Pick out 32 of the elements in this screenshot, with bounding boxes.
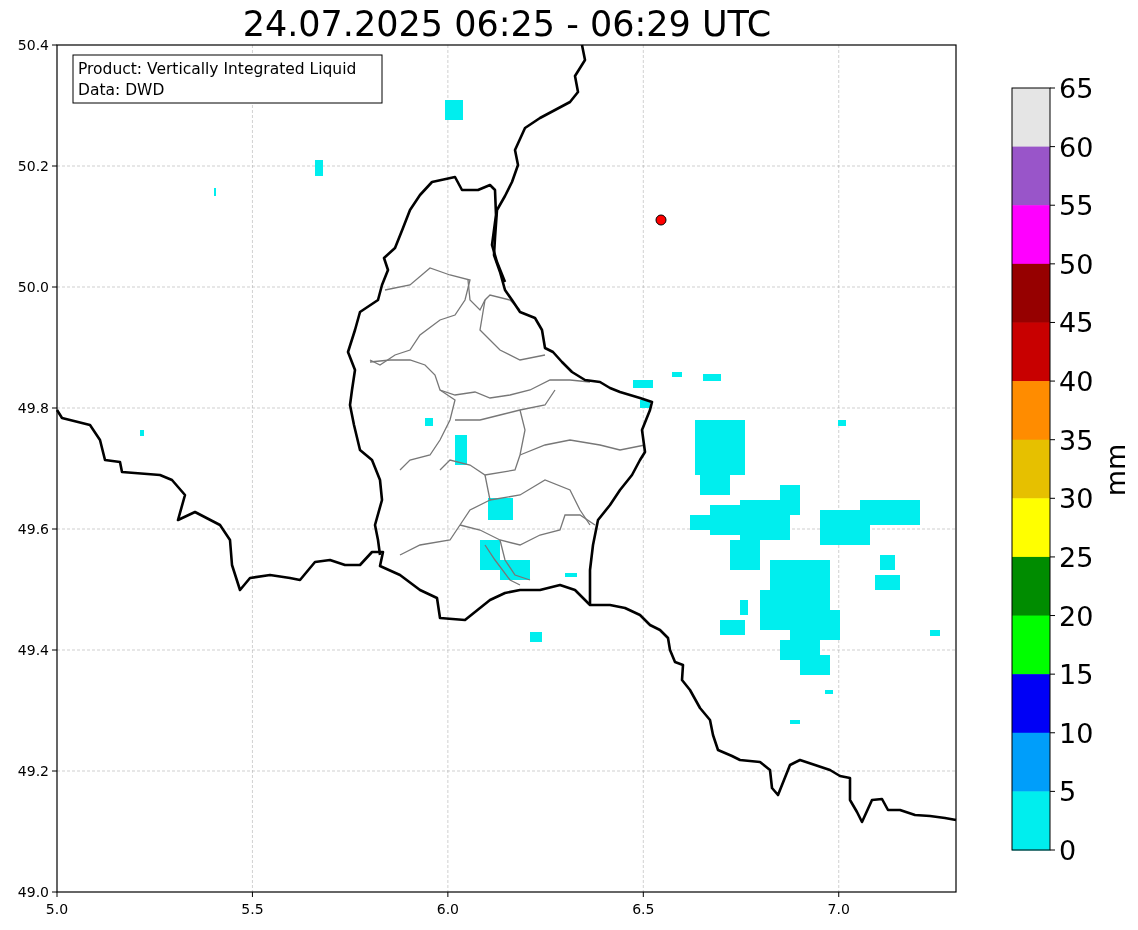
colorbar-tick-label: 15	[1059, 659, 1094, 691]
info-text: Data: DWD	[78, 81, 165, 99]
colorbar-tick-label: 45	[1059, 307, 1094, 339]
colorbar-label: mm	[1100, 443, 1131, 497]
colorbar-tick-label: 20	[1059, 600, 1094, 632]
colorbar-tick-label: 50	[1059, 248, 1094, 280]
x-tick-label: 6.5	[632, 901, 655, 917]
colorbar-tick-label: 65	[1059, 73, 1094, 104]
info-text: Product: Vertically Integrated Liquid	[78, 60, 357, 78]
y-tick-label: 49.6	[17, 521, 49, 537]
colorbar-tick-label: 35	[1059, 424, 1094, 456]
colorbar-tick-label: 10	[1059, 717, 1094, 749]
y-tick-label: 49.0	[17, 884, 49, 900]
y-tick-label: 50.0	[17, 279, 49, 295]
colorbar-tick-label: 55	[1059, 190, 1094, 222]
y-tick-label: 49.4	[17, 642, 49, 658]
x-tick-label: 5.5	[241, 901, 264, 917]
x-tick-label: 6.0	[436, 901, 459, 917]
colorbar-tick-label: 0	[1059, 835, 1077, 866]
x-tick-label: 5.0	[45, 901, 69, 917]
chart-title: 24.07.2025 06:25 - 06:29 UTC	[242, 4, 772, 44]
colorbar-tick-label: 60	[1059, 131, 1094, 163]
x-tick-label: 7.0	[827, 901, 850, 917]
y-tick-label: 49.8	[17, 400, 49, 416]
y-tick-label: 50.4	[17, 37, 49, 53]
y-tick-label: 49.2	[17, 763, 49, 779]
colorbar-tick-label: 30	[1059, 483, 1094, 515]
colorbar-tick-label: 5	[1059, 776, 1077, 808]
y-tick-label: 50.2	[17, 158, 49, 174]
location-marker-icon	[655, 214, 667, 226]
colorbar-tick-label: 40	[1059, 366, 1094, 398]
colorbar-tick-label: 25	[1059, 541, 1094, 573]
